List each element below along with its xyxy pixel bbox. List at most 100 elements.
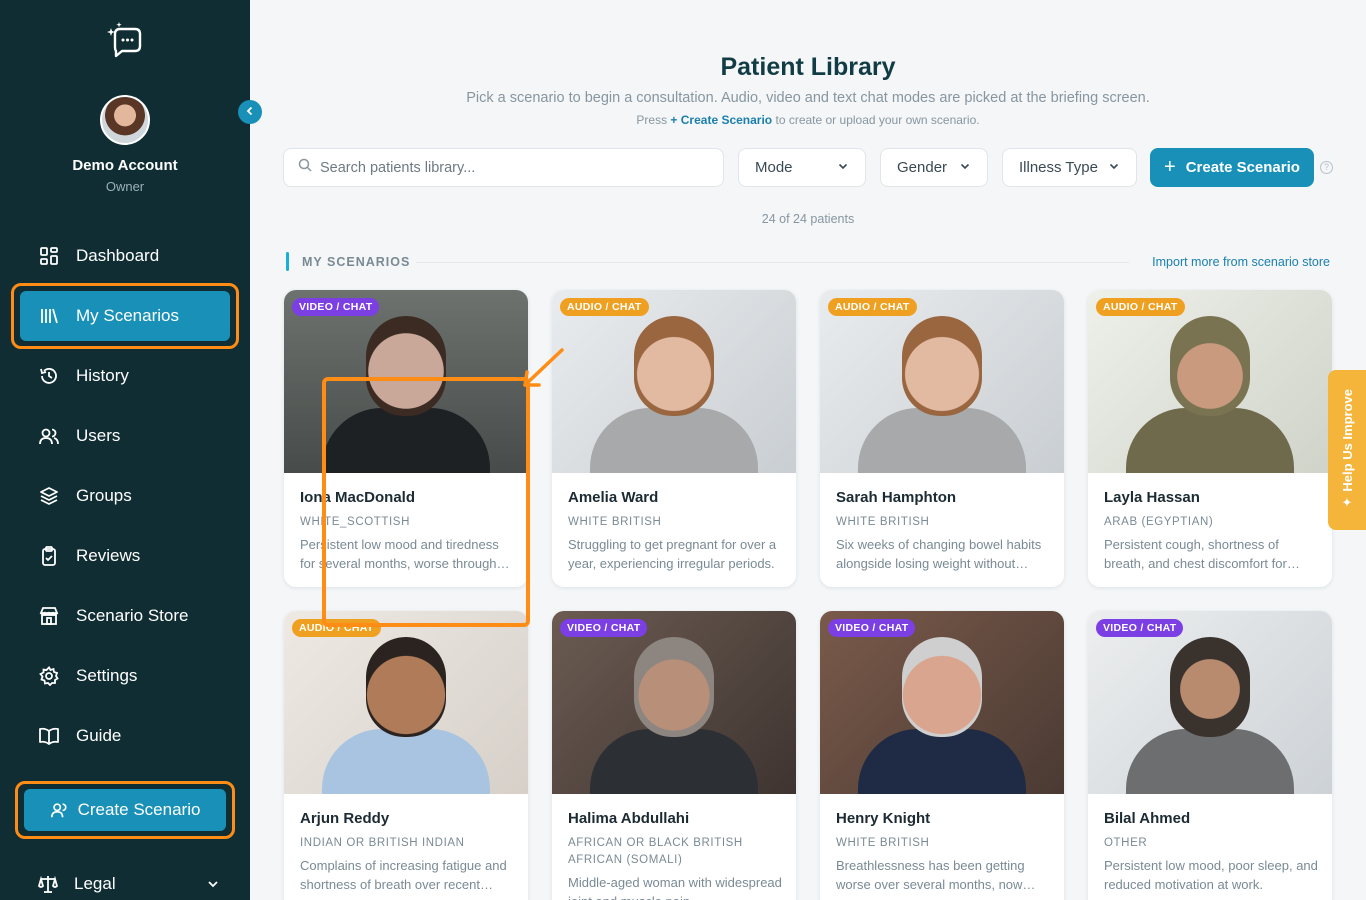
users-icon — [38, 425, 60, 447]
gender-dropdown-label: Gender — [897, 159, 948, 176]
mode-dropdown-label: Mode — [755, 159, 793, 176]
collapse-sidebar-button[interactable] — [238, 100, 262, 124]
hint-prefix: Press — [636, 113, 668, 127]
patient-description: Complains of increasing fatigue and shor… — [300, 858, 507, 892]
sidebar-item-history[interactable]: History — [20, 351, 230, 401]
chevron-down-icon — [959, 159, 971, 176]
avatar[interactable] — [100, 95, 150, 145]
page-title: Patient Library — [720, 53, 896, 81]
section-divider — [416, 262, 1129, 263]
chevron-down-icon — [206, 877, 220, 891]
chevron-left-icon — [246, 106, 253, 116]
sparkle-icon: ✦ — [1341, 495, 1353, 511]
patient-name: Amelia Ward — [568, 489, 659, 506]
app-logo-icon[interactable] — [106, 22, 144, 60]
patient-card[interactable]: VIDEO / CHAT Bilal Ahmed OTHER Persisten… — [1088, 611, 1332, 900]
patient-description: Breathlessness has been getting worse ov… — [836, 858, 1025, 892]
sidebar: Demo Account Owner Dashboard My Scenario… — [0, 0, 250, 900]
mode-badge: VIDEO / CHAT — [828, 619, 916, 637]
sidebar-item-label: Scenario Store — [76, 606, 189, 625]
layers-icon — [38, 485, 60, 507]
chevron-down-icon — [837, 159, 849, 176]
patient-count: 24 of 24 patients — [761, 212, 855, 226]
search-input[interactable] — [320, 159, 700, 176]
patient-description: Six weeks of changing bowel habits along… — [836, 537, 1042, 571]
patient-photo: VIDEO / CHAT — [1088, 611, 1332, 794]
sidebar-item-label: Legal — [74, 874, 116, 893]
store-icon — [38, 605, 60, 627]
search-box[interactable] — [283, 148, 724, 187]
hint-create-link[interactable]: + Create Scenario — [670, 113, 772, 127]
hint-suffix: to create or upload your own scenario. — [775, 113, 980, 127]
patient-card[interactable]: AUDIO / CHAT Arjun Reddy INDIAN OR BRITI… — [284, 611, 528, 900]
patient-description: Struggling to get pregnant for over a ye… — [568, 537, 777, 571]
patient-name: Halima Abdullahi — [568, 810, 690, 827]
patient-card[interactable]: AUDIO / CHAT Amelia Ward WHITE BRITISH S… — [552, 290, 796, 587]
illness-dropdown-label: Illness Type — [1019, 159, 1098, 176]
history-icon — [38, 365, 60, 387]
patient-photo: AUDIO / CHAT — [284, 611, 528, 794]
highlight-ring-create-scenario — [15, 781, 235, 839]
sidebar-item-label: Reviews — [76, 546, 141, 565]
account-role: Owner — [105, 179, 145, 194]
mode-badge: VIDEO / CHAT — [560, 619, 648, 637]
sidebar-item-scenario-store[interactable]: Scenario Store — [20, 591, 230, 641]
account-name: Demo Account — [72, 157, 178, 174]
mode-badge: AUDIO / CHAT — [828, 298, 917, 316]
book-icon — [38, 725, 60, 747]
patient-description: Middle-aged woman with widespread joint … — [568, 875, 782, 900]
patient-photo: AUDIO / CHAT — [552, 290, 796, 473]
patient-ethnicity: WHITE BRITISH — [836, 516, 930, 528]
mode-badge: AUDIO / CHAT — [560, 298, 649, 316]
illness-type-dropdown[interactable]: Illness Type — [1002, 148, 1137, 187]
patient-ethnicity: WHITE BRITISH — [836, 837, 930, 849]
create-scenario-label: Create Scenario — [1185, 159, 1300, 176]
gender-dropdown[interactable]: Gender — [880, 148, 988, 187]
section-title: MY SCENARIOS — [302, 255, 411, 269]
sidebar-item-legal[interactable]: Legal — [20, 862, 230, 900]
mode-badge: AUDIO / CHAT — [1096, 298, 1185, 316]
patient-photo: AUDIO / CHAT — [1088, 290, 1332, 473]
patient-photo: AUDIO / CHAT — [820, 290, 1064, 473]
sidebar-item-label: Groups — [76, 486, 132, 505]
plus-icon: + — [1164, 156, 1176, 178]
patient-description: Persistent cough, shortness of breath, a… — [1104, 537, 1287, 571]
help-us-improve-tab[interactable]: Help Us Improve ✦ — [1328, 370, 1366, 530]
sidebar-item-users[interactable]: Users — [20, 411, 230, 461]
help-question-icon[interactable]: ? — [1320, 161, 1333, 174]
patient-ethnicity: OTHER — [1104, 837, 1148, 849]
annotation-highlight-box — [322, 377, 530, 627]
create-scenario-button[interactable]: + Create Scenario — [1150, 148, 1314, 187]
sidebar-item-label: Users — [76, 426, 121, 445]
sidebar-item-reviews[interactable]: Reviews — [20, 531, 230, 581]
patient-card[interactable]: AUDIO / CHAT Sarah Hamphton WHITE BRITIS… — [820, 290, 1064, 587]
sidebar-item-groups[interactable]: Groups — [20, 471, 230, 521]
mode-badge: VIDEO / CHAT — [292, 298, 380, 316]
patient-name: Bilal Ahmed — [1104, 810, 1191, 827]
page-hint: Press + Create Scenario to create or upl… — [250, 113, 1366, 127]
patient-name: Sarah Hamphton — [836, 489, 957, 506]
patient-card[interactable]: VIDEO / CHAT Henry Knight WHITE BRITISH … — [820, 611, 1064, 900]
patient-ethnicity: WHITE BRITISH — [568, 516, 662, 528]
sidebar-item-label: Settings — [76, 666, 138, 685]
patient-ethnicity: INDIAN OR BRITISH INDIAN — [300, 837, 465, 849]
import-scenario-store-link[interactable]: Import more from scenario store — [1130, 255, 1330, 269]
patient-card[interactable]: AUDIO / CHAT Layla Hassan ARAB (EGYPTIAN… — [1088, 290, 1332, 587]
sidebar-item-label: Dashboard — [76, 246, 160, 265]
gear-icon — [38, 665, 60, 687]
dashboard-icon — [38, 245, 60, 267]
sidebar-item-label: History — [76, 366, 129, 385]
chevron-down-icon — [1108, 159, 1120, 176]
sidebar-item-settings[interactable]: Settings — [20, 651, 230, 701]
mode-dropdown[interactable]: Mode — [738, 148, 866, 187]
patient-photo: VIDEO / CHAT — [820, 611, 1064, 794]
sidebar-item-dashboard[interactable]: Dashboard — [20, 231, 230, 281]
patient-card[interactable]: VIDEO / CHAT Halima Abdullahi AFRICAN OR… — [552, 611, 796, 900]
search-icon — [298, 158, 312, 177]
clipboard-icon — [38, 545, 60, 567]
annotation-arrow-icon — [523, 348, 564, 387]
section-accent-bar — [286, 252, 289, 271]
help-tab-label: Help Us Improve — [1339, 388, 1355, 492]
sidebar-item-guide[interactable]: Guide — [20, 711, 230, 761]
scale-icon — [38, 874, 58, 894]
